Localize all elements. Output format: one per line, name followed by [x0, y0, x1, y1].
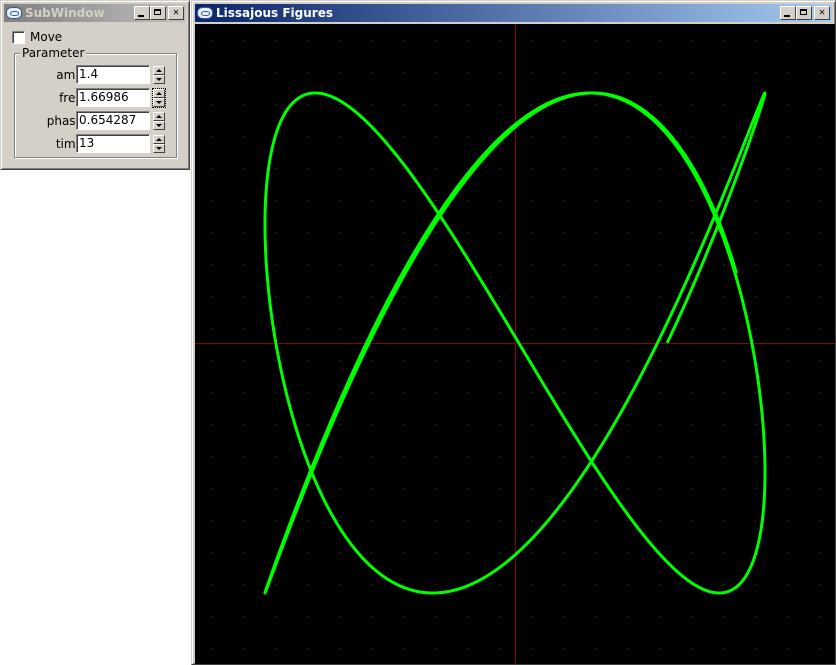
- minimize-button[interactable]: [134, 6, 150, 20]
- parameter-group-label: Parameter: [20, 46, 87, 60]
- lissajous-window: Lissajous Figures ✕: [191, 0, 836, 665]
- param-row-freq: freq: 1.66986: [15, 88, 178, 108]
- phase-spinner[interactable]: [153, 112, 165, 130]
- lissajous-canvas[interactable]: [195, 24, 835, 664]
- time-input[interactable]: 13: [76, 134, 150, 153]
- move-checkbox[interactable]: [12, 30, 25, 44]
- spin-down-icon[interactable]: [153, 98, 165, 107]
- close-button[interactable]: ✕: [814, 6, 830, 20]
- close-icon: ✕: [818, 7, 826, 18]
- phase-input[interactable]: 0.654287: [76, 111, 150, 130]
- close-button[interactable]: ✕: [168, 6, 184, 20]
- spin-down-icon[interactable]: [153, 75, 165, 84]
- minimize-button[interactable]: [780, 6, 796, 20]
- time-spinner[interactable]: [153, 135, 165, 153]
- app-icon: [6, 7, 22, 19]
- maximize-icon: [800, 9, 807, 15]
- spin-down-icon[interactable]: [153, 144, 165, 153]
- maximize-button[interactable]: [796, 6, 812, 20]
- sub-window: SubWindow ✕ Move Parameter amp: 1.4 freq…: [0, 0, 190, 170]
- spin-up-icon[interactable]: [153, 89, 165, 98]
- lissajous-plot: [195, 24, 835, 664]
- sub-window-title: SubWindow: [25, 6, 105, 20]
- move-option[interactable]: Move: [12, 30, 62, 44]
- minimize-icon: [138, 15, 144, 17]
- spin-up-icon[interactable]: [153, 66, 165, 75]
- freq-spinner[interactable]: [152, 88, 166, 108]
- move-label: Move: [30, 30, 63, 44]
- freq-input[interactable]: 1.66986: [76, 88, 150, 107]
- amp-spinner[interactable]: [153, 66, 165, 84]
- close-icon: ✕: [172, 7, 180, 18]
- lissajous-window-title: Lissajous Figures: [216, 6, 334, 20]
- spin-up-icon[interactable]: [153, 135, 165, 144]
- param-row-time: time: 13: [15, 134, 178, 154]
- maximize-icon: [154, 9, 161, 15]
- param-row-phase: phase: 0.654287: [15, 111, 178, 131]
- minimize-icon: [784, 15, 790, 17]
- maximize-button[interactable]: [150, 6, 166, 20]
- lissajous-window-titlebar[interactable]: Lissajous Figures ✕: [195, 4, 832, 22]
- spin-down-icon[interactable]: [153, 121, 165, 130]
- sub-window-titlebar[interactable]: SubWindow ✕: [4, 4, 186, 22]
- app-icon: [197, 7, 213, 19]
- amp-input[interactable]: 1.4: [76, 65, 150, 84]
- param-row-amp: amp: 1.4: [15, 65, 178, 85]
- parameter-group: Parameter amp: 1.4 freq: 1.66986 phase: …: [14, 46, 178, 158]
- spin-up-icon[interactable]: [153, 112, 165, 121]
